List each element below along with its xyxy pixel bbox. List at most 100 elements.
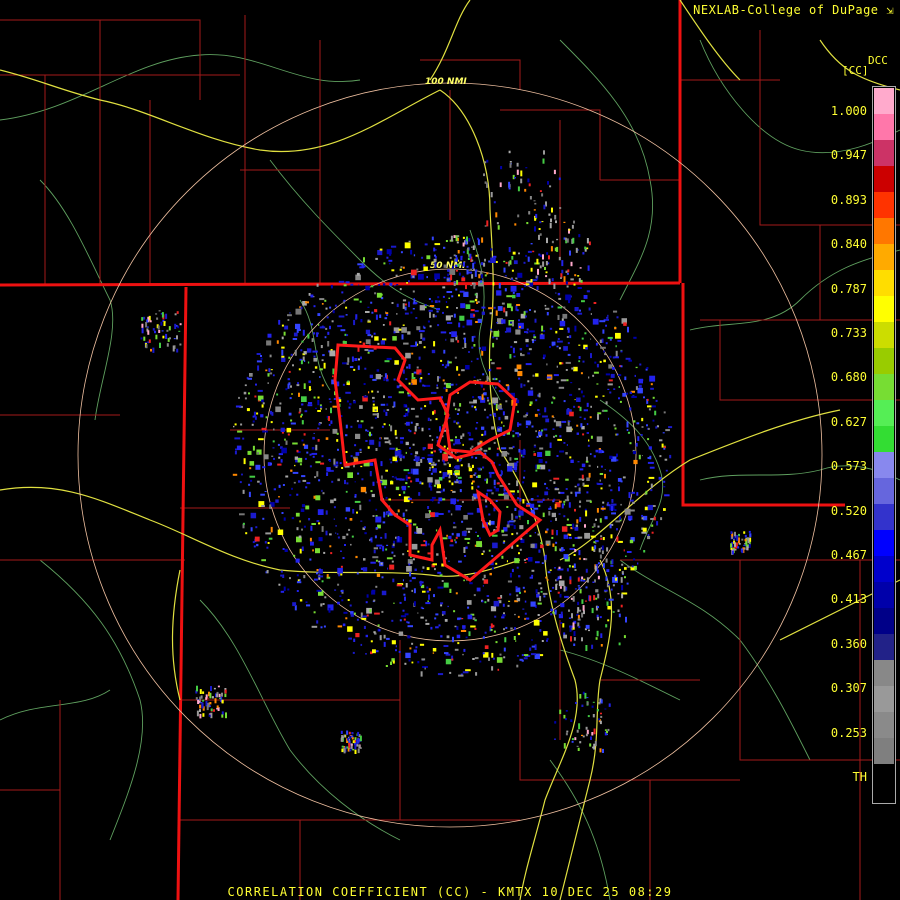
colorbar-swatch	[874, 348, 894, 375]
echo-pixel	[529, 196, 532, 200]
echo-pixel	[458, 272, 461, 276]
echo-pixel	[432, 313, 435, 318]
echo-pixel	[606, 504, 611, 507]
echo-pixel	[456, 634, 461, 639]
echo-pixel	[353, 400, 356, 404]
echo-pixel	[282, 422, 285, 425]
echo-pixel	[326, 472, 329, 476]
echo-pixel	[484, 161, 487, 164]
echo-pixel	[392, 336, 397, 341]
echo-pixel	[385, 548, 388, 551]
echo-pixel	[574, 508, 576, 512]
echo-pixel	[306, 604, 311, 607]
echo-pixel	[537, 409, 540, 412]
echo-pixel	[605, 624, 608, 628]
echo-pixel	[321, 384, 324, 387]
echo-pixel	[454, 625, 457, 628]
echo-pixel	[492, 657, 495, 660]
echo-pixel	[443, 276, 446, 279]
echo-pixel	[626, 421, 629, 428]
echo-pixel	[595, 589, 599, 593]
echo-pixel	[495, 488, 499, 492]
echo-pixel	[451, 532, 454, 536]
echo-pixel	[389, 252, 392, 256]
echo-pixel	[581, 612, 584, 618]
echo-pixel	[382, 545, 385, 552]
echo-pixel	[520, 352, 522, 356]
echo-pixel	[383, 423, 386, 426]
echo-pixel	[338, 315, 345, 318]
echo-pixel	[446, 635, 450, 639]
echo-pixel	[319, 376, 321, 378]
echo-pixel	[436, 384, 438, 387]
arrow-corner-icon[interactable]: ⇲	[886, 3, 894, 17]
echo-pixel	[434, 568, 436, 571]
echo-pixel	[410, 345, 416, 347]
echo-pixel	[647, 457, 650, 459]
echo-pixel	[199, 704, 202, 709]
echo-pixel	[571, 224, 574, 229]
echo-pixel	[512, 347, 515, 354]
echo-pixel	[549, 222, 552, 229]
colorbar-tick-label: 0.307	[830, 681, 867, 696]
echo-pixel	[199, 713, 202, 719]
echo-pixel	[411, 383, 413, 386]
echo-pixel	[168, 326, 171, 331]
echo-pixel	[533, 200, 536, 202]
echo-pixel	[617, 478, 622, 482]
echo-pixel	[493, 486, 496, 489]
echo-pixel	[406, 282, 408, 284]
echo-pixel	[290, 469, 293, 472]
echo-pixel	[558, 297, 562, 300]
echo-pixel	[539, 620, 542, 622]
echo-pixel	[604, 353, 607, 356]
echo-pixel	[372, 400, 375, 403]
echo-pixel	[450, 235, 453, 242]
echo-pixel	[530, 498, 534, 501]
echo-pixel	[383, 641, 386, 647]
echo-pixel	[440, 331, 447, 334]
echo-pixel	[509, 523, 514, 526]
echo-pixel	[556, 246, 559, 252]
echo-pixel	[458, 674, 464, 677]
echo-pixel	[282, 548, 285, 550]
echo-pixel	[423, 266, 428, 271]
echo-pixel	[396, 478, 403, 481]
echo-pixel	[434, 617, 437, 620]
echo-pixel	[608, 364, 613, 369]
echo-pixel	[559, 709, 562, 715]
echo-pixel	[533, 445, 537, 448]
echo-pixel	[542, 357, 545, 360]
echo-pixel	[606, 569, 610, 573]
echo-pixel	[292, 602, 297, 607]
echo-pixel	[469, 253, 472, 259]
echo-pixel	[513, 636, 516, 640]
echo-pixel	[570, 719, 573, 722]
echo-pixel	[603, 359, 606, 363]
echo-pixel	[379, 547, 382, 550]
echo-pixel	[372, 403, 375, 406]
echo-pixel	[551, 278, 554, 282]
echo-pixel	[563, 743, 566, 749]
echo-pixel	[599, 616, 602, 619]
echo-pixel	[631, 565, 634, 568]
echo-pixel	[378, 441, 381, 447]
echo-pixel	[456, 366, 459, 371]
echo-pixel	[478, 347, 481, 350]
echo-pixel	[267, 382, 269, 384]
echo-pixel	[496, 453, 499, 457]
echo-pixel	[330, 552, 333, 555]
echo-pixel	[325, 510, 328, 515]
echo-pixel	[526, 412, 529, 415]
echo-pixel	[525, 167, 528, 169]
echo-pixel	[579, 267, 582, 269]
echo-pixel	[312, 455, 315, 458]
echo-pixel	[574, 569, 577, 571]
echo-pixel	[410, 311, 413, 314]
echo-pixel	[374, 612, 380, 615]
echo-pixel	[599, 320, 606, 323]
echo-pixel	[430, 499, 434, 501]
echo-pixel	[438, 300, 441, 303]
echo-pixel	[604, 473, 606, 479]
echo-pixel	[597, 593, 600, 599]
